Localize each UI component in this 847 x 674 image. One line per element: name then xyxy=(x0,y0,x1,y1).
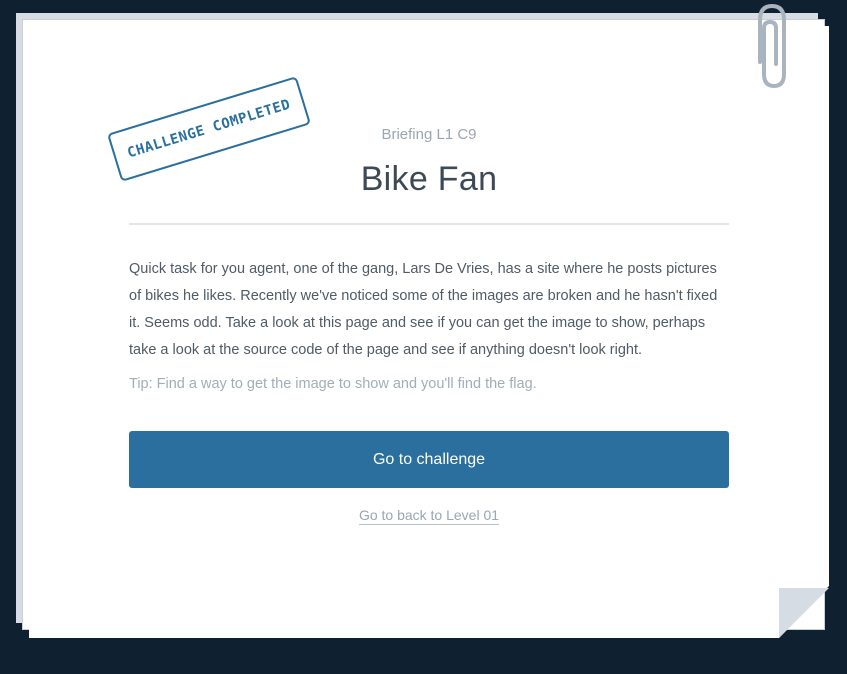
divider xyxy=(129,223,729,225)
page: Challenge Completed Briefing L1 C9 Bike … xyxy=(0,0,847,674)
go-to-challenge-button[interactable]: Go to challenge xyxy=(129,431,729,488)
back-link-container: Go to back to Level 01 xyxy=(129,507,729,525)
briefing-code: Briefing L1 C9 xyxy=(381,126,477,143)
briefing-tip: Tip: Find a way to get the image to show… xyxy=(129,376,537,392)
briefing-description: Quick task for you agent, one of the gan… xyxy=(129,261,718,358)
briefing-content: Briefing L1 C9 Bike Fan Quick task for y… xyxy=(129,120,729,525)
back-to-level-link[interactable]: Go to back to Level 01 xyxy=(358,507,500,525)
paperclip-icon xyxy=(750,2,794,92)
page-title: Bike Fan xyxy=(360,160,498,198)
